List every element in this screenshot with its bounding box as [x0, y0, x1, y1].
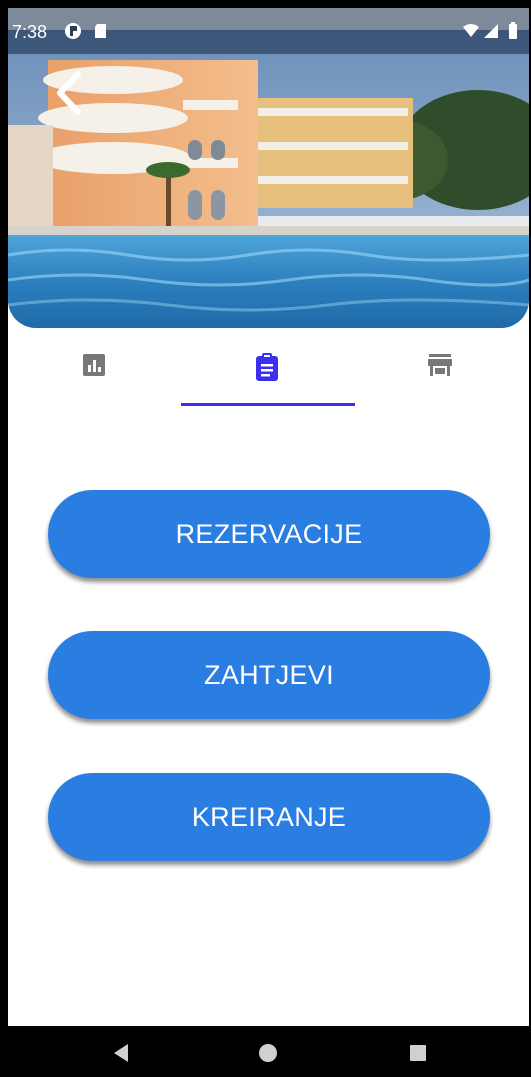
- signal-icon: [484, 24, 498, 38]
- status-bar: 7:38: [8, 8, 529, 54]
- tab-store[interactable]: [354, 342, 526, 406]
- tab-bar: [8, 328, 529, 408]
- notification-app-icon: [65, 23, 81, 39]
- status-time: 7:38: [12, 22, 48, 42]
- nav-home-icon[interactable]: [253, 1038, 283, 1068]
- requests-button[interactable]: ZAHTJEVI: [48, 631, 490, 719]
- nav-back-icon[interactable]: [106, 1038, 136, 1068]
- nav-recents-icon[interactable]: [403, 1038, 433, 1068]
- clipboard-icon: [256, 353, 278, 381]
- bar-chart-icon: [83, 354, 105, 376]
- tab-management[interactable]: [181, 342, 353, 406]
- battery-icon: [509, 22, 517, 39]
- device-frame: 7:38 REZERVACIJE ZAHTJEVI KREIRANJE: [0, 0, 531, 1077]
- store-icon: [428, 354, 452, 376]
- reservations-button[interactable]: REZERVACIJE: [48, 490, 490, 578]
- tab-selected-indicator: [181, 403, 355, 406]
- back-chevron-icon[interactable]: [48, 68, 88, 118]
- system-nav-bar: [8, 1026, 529, 1077]
- create-button[interactable]: KREIRANJE: [48, 773, 490, 861]
- wifi-icon: [463, 24, 479, 37]
- tab-statistics[interactable]: [8, 342, 180, 406]
- sd-card-icon: [95, 24, 106, 38]
- app-screen: 7:38 REZERVACIJE ZAHTJEVI KREIRANJE: [8, 8, 529, 1077]
